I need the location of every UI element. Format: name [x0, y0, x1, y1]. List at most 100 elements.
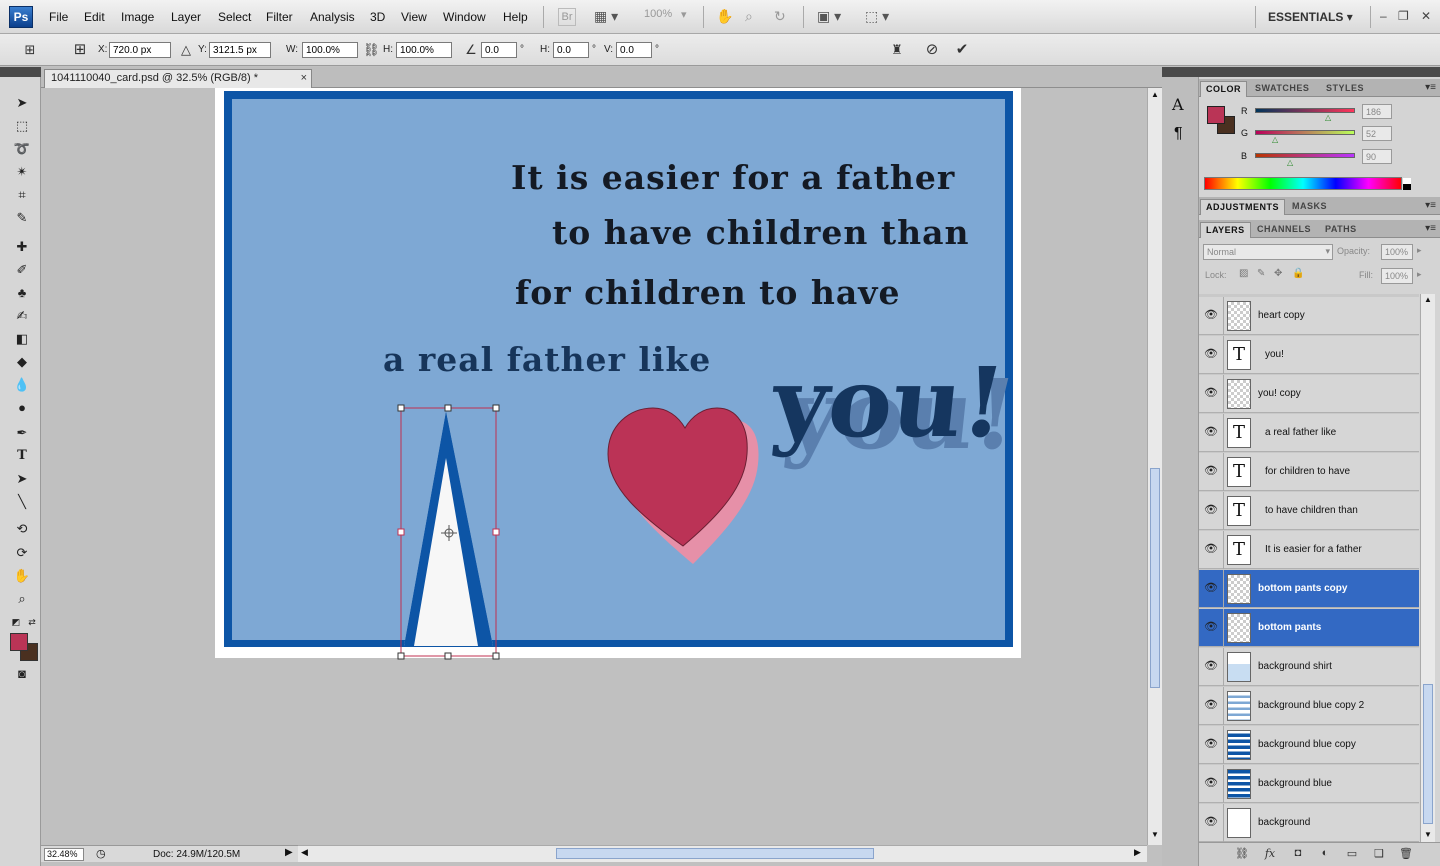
lock-transparent-icon[interactable]: ▨ — [1239, 268, 1248, 279]
visibility-eye-icon[interactable]: 👁 — [1203, 347, 1219, 363]
text-layer-thumbnail-icon[interactable]: T — [1227, 418, 1251, 448]
screen-mode-icon[interactable]: ⬚ ▾ — [865, 8, 889, 26]
brush-tool-icon[interactable]: ✐ — [12, 260, 32, 280]
lasso-tool-icon[interactable]: ➰ — [12, 139, 32, 159]
lock-all-icon[interactable]: 🔒 — [1292, 268, 1304, 279]
swap-colors-icon[interactable]: ⇄ — [22, 612, 42, 632]
layer-thumbnail[interactable] — [1227, 574, 1251, 604]
layer-thumbnail[interactable] — [1227, 652, 1251, 682]
transform-handle[interactable] — [444, 652, 452, 660]
fill-arrow-icon[interactable]: ▸ — [1417, 269, 1422, 280]
restore-icon[interactable]: ❐ — [1398, 9, 1409, 23]
document-close-icon[interactable]: × — [301, 72, 307, 84]
layer-row[interactable]: 👁 heart copy — [1199, 297, 1419, 335]
tab-masks[interactable]: MASKS — [1287, 199, 1332, 215]
status-menu-arrow-icon[interactable]: ▶ — [285, 847, 293, 858]
scroll-left-icon[interactable]: ◀ — [301, 847, 308, 858]
tab-channels[interactable]: CHANNELS — [1252, 222, 1316, 238]
layer-thumbnail[interactable] — [1227, 379, 1251, 409]
tab-paths[interactable]: PATHS — [1320, 222, 1362, 238]
scroll-down-icon[interactable]: ▼ — [1424, 830, 1432, 839]
eraser-tool-icon[interactable]: ◧ — [12, 329, 32, 349]
zoom-tool-icon[interactable]: ⌕ — [745, 8, 753, 26]
transform-handle[interactable] — [492, 528, 500, 536]
arrange-documents-icon[interactable]: ▣ ▾ — [817, 8, 841, 26]
opacity-input[interactable]: 100% — [1381, 244, 1413, 260]
menu-3d[interactable]: 3D — [370, 10, 385, 24]
crop-tool-icon[interactable]: ⌗ — [12, 185, 32, 205]
visibility-eye-icon[interactable]: 👁 — [1203, 308, 1219, 324]
marquee-tool-icon[interactable]: ⬚ — [12, 116, 32, 136]
clone-stamp-tool-icon[interactable]: ♣ — [12, 283, 32, 303]
layer-row[interactable]: 👁 background blue copy — [1199, 726, 1419, 764]
zoom-dropdown-arrow-icon[interactable]: ▾ — [681, 8, 687, 26]
healing-brush-tool-icon[interactable]: ✚ — [12, 237, 32, 257]
3d-orbit-tool-icon[interactable]: ⟳ — [12, 543, 32, 563]
menu-select[interactable]: Select — [218, 10, 251, 24]
close-icon[interactable]: ✕ — [1421, 9, 1431, 23]
blue-slider-handle-icon[interactable]: △ — [1287, 159, 1295, 167]
character-panel-icon[interactable]: A — [1172, 95, 1184, 114]
layer-row[interactable]: 👁 background blue — [1199, 765, 1419, 803]
link-icon[interactable]: ⛓ — [363, 42, 380, 58]
visibility-eye-icon[interactable]: 👁 — [1203, 425, 1219, 441]
green-slider-handle-icon[interactable]: △ — [1272, 136, 1280, 144]
layer-row[interactable]: 👁 bottom pants — [1199, 609, 1419, 647]
lock-position-icon[interactable]: ✥ — [1274, 268, 1282, 279]
tab-color[interactable]: COLOR — [1200, 81, 1247, 97]
commit-transform-icon[interactable]: ✔ — [954, 42, 970, 58]
layer-thumbnail[interactable] — [1227, 808, 1251, 838]
transform-handle[interactable] — [397, 528, 405, 536]
line-tool-icon[interactable]: ╲ — [12, 492, 32, 512]
blue-value-input[interactable]: 90 — [1362, 149, 1392, 164]
tab-swatches[interactable]: SWATCHES — [1250, 81, 1314, 97]
adjustment-layer-icon[interactable]: ◐ — [1317, 847, 1333, 863]
layers-vertical-scrollbar[interactable]: ▲ ▼ — [1420, 294, 1435, 844]
hand-tool-icon[interactable]: ✋ — [12, 566, 32, 586]
eyedropper-tool-icon[interactable]: ✎ — [12, 208, 32, 228]
visibility-eye-icon[interactable]: 👁 — [1203, 776, 1219, 792]
layers-scroll-thumb[interactable] — [1423, 684, 1433, 824]
panel-menu-icon[interactable]: ▾≡ — [1425, 223, 1436, 234]
tab-styles[interactable]: STYLES — [1321, 81, 1369, 97]
layer-row[interactable]: 👁 background shirt — [1199, 648, 1419, 686]
x-position-input[interactable] — [109, 42, 171, 58]
panel-dock-grip[interactable] — [1199, 67, 1440, 77]
dodge-tool-icon[interactable]: ● — [12, 398, 32, 418]
text-layer-thumbnail-icon[interactable]: T — [1227, 340, 1251, 370]
menu-view[interactable]: View — [401, 10, 427, 24]
zoom-level-field[interactable]: 32.48% — [44, 848, 84, 861]
transform-handle[interactable] — [492, 404, 500, 412]
layer-thumbnail[interactable] — [1227, 613, 1251, 643]
layer-row[interactable]: 👁 bottom pants copy — [1199, 570, 1419, 608]
color-spectrum-ramp[interactable] — [1204, 177, 1411, 190]
text-layer-thumbnail-icon[interactable]: T — [1227, 496, 1251, 526]
view-extras-icon[interactable]: ▦ ▾ — [594, 8, 618, 26]
vertical-skew-input[interactable] — [616, 42, 652, 58]
bridge-button[interactable]: Br — [558, 8, 576, 26]
green-slider[interactable] — [1255, 130, 1355, 135]
visibility-eye-icon[interactable]: 👁 — [1203, 542, 1219, 558]
visibility-eye-icon[interactable]: 👁 — [1203, 386, 1219, 402]
history-brush-tool-icon[interactable]: ✍ — [12, 306, 32, 326]
blur-tool-icon[interactable]: 💧 — [12, 375, 32, 395]
fill-input[interactable]: 100% — [1381, 268, 1413, 284]
panel-strip-grip[interactable] — [1162, 67, 1199, 77]
red-slider[interactable] — [1255, 108, 1355, 113]
document-tab[interactable]: 1041110040_card.psd @ 32.5% (RGB/8) * × — [44, 69, 312, 88]
canvas-vertical-scroll-thumb[interactable] — [1150, 468, 1160, 688]
type-tool-icon[interactable]: T — [12, 446, 32, 466]
blend-mode-select[interactable]: Normal ▾ — [1203, 244, 1333, 260]
tab-layers[interactable]: LAYERS — [1200, 222, 1251, 238]
foreground-color-swatch[interactable] — [10, 633, 28, 651]
menu-edit[interactable]: Edit — [84, 10, 105, 24]
visibility-eye-icon[interactable]: 👁 — [1203, 581, 1219, 597]
lock-image-icon[interactable]: ✎ — [1257, 268, 1265, 279]
new-group-icon[interactable]: ▭ — [1344, 847, 1360, 863]
zoom-level-dropdown[interactable]: 100% — [644, 8, 672, 26]
layer-thumbnail[interactable] — [1227, 691, 1251, 721]
workspace-switcher[interactable]: ESSENTIALS ▾ — [1268, 10, 1353, 24]
layer-thumbnail[interactable] — [1227, 301, 1251, 331]
color-panel-foreground-swatch[interactable] — [1207, 106, 1225, 124]
transform-handle[interactable] — [492, 652, 500, 660]
